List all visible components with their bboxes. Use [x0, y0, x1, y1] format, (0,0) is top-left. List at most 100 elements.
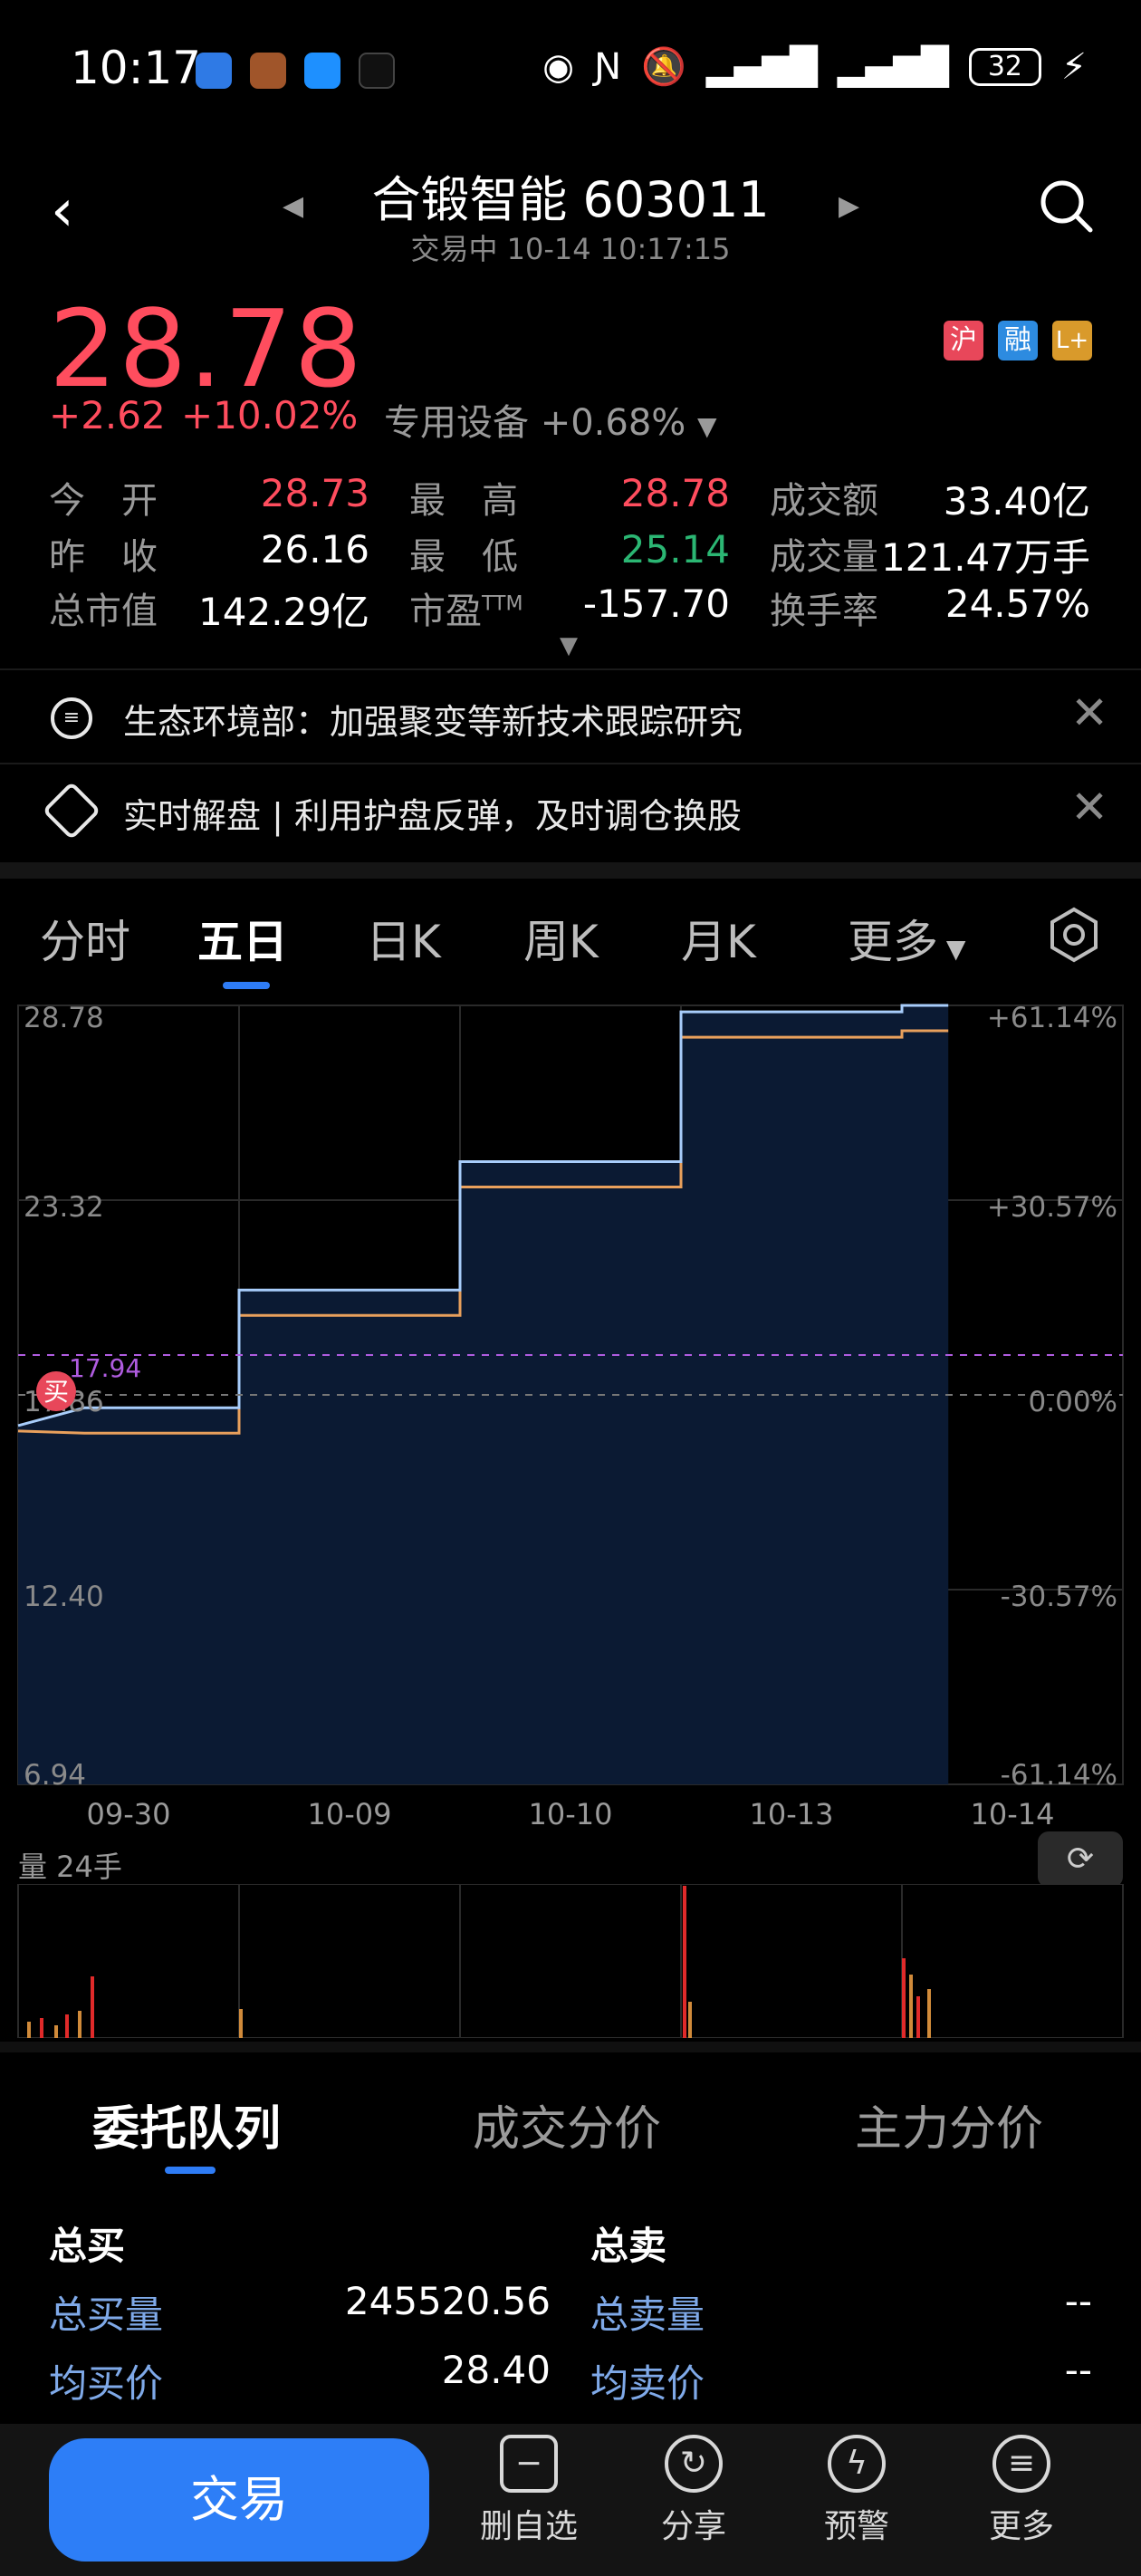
- alert-button[interactable]: ϟ 预警: [793, 2435, 920, 2547]
- settings-icon[interactable]: [1045, 906, 1103, 964]
- y-tick-right: -61.14%: [1001, 1759, 1117, 1792]
- five-day-chart[interactable]: 28.7823.3217.8612.406.94+61.14%+30.57%0.…: [0, 996, 1141, 1830]
- volume-frame: [17, 1884, 1124, 2038]
- trade-button[interactable]: 交易: [49, 2438, 429, 2562]
- tag-icon: [42, 781, 101, 841]
- tool-label: 分享: [660, 2508, 726, 2545]
- volume-bar: [27, 2022, 31, 2038]
- tab-more[interactable]: 更多 ▼: [848, 906, 965, 971]
- more-button[interactable]: ≡ 更多: [958, 2435, 1085, 2547]
- app-icon-5g: [196, 53, 232, 89]
- signal2-icon: ▂▄▆█: [837, 45, 949, 88]
- sector-pct: +0.68%: [540, 402, 686, 444]
- news-row-1[interactable]: ≡ 生态环境部：加强聚变等新技术跟踪研究 ✕: [0, 668, 1141, 763]
- y-tick-left: 28.78: [24, 1002, 104, 1034]
- tab-indicator: [165, 2167, 216, 2174]
- stat-value: 24.57%: [944, 582, 1090, 626]
- sector-link[interactable]: 专用设备 +0.68% ▼: [384, 393, 717, 446]
- volume-bar: [239, 2009, 243, 2038]
- total-sell-qty-label: 总卖量: [590, 2292, 705, 2337]
- volume-bar: [683, 1886, 686, 2038]
- x-tick-label: 10-10: [529, 1797, 613, 1830]
- signal-icon: ▂▄▆█: [705, 45, 818, 88]
- badge-sh: 沪: [944, 321, 983, 360]
- news-text: 实时解盘 | 利用护盘反弹，及时调仓换股: [123, 796, 742, 836]
- x-tick-label: 10-13: [750, 1797, 834, 1830]
- y-tick-left: 12.40: [24, 1581, 104, 1613]
- tab-weekly-k[interactable]: 周K: [523, 906, 599, 971]
- y-tick-left: 23.32: [24, 1191, 104, 1224]
- volume-bar: [78, 2011, 82, 2038]
- volume-chart: [17, 1884, 1124, 2038]
- badge-level2: L+: [1052, 321, 1092, 360]
- y-tick-right: -30.57%: [1001, 1581, 1117, 1613]
- y-tick-right: +30.57%: [987, 1191, 1117, 1224]
- x-tick-label: 10-14: [971, 1797, 1055, 1830]
- badge-margin: 融: [998, 321, 1038, 360]
- tab-intraday[interactable]: 分时: [40, 906, 130, 971]
- stat-value: 142.29亿: [198, 590, 369, 634]
- total-sell-qty: --: [1064, 2279, 1092, 2323]
- stock-code: 603011: [582, 171, 770, 228]
- tab-monthly-k[interactable]: 月K: [681, 906, 756, 971]
- y-tick-right: +61.14%: [987, 1002, 1117, 1034]
- divider: [0, 862, 1141, 879]
- avg-buy-price: 28.40: [441, 2348, 551, 2392]
- charging-icon: ⚡: [1060, 45, 1087, 88]
- menu-icon: ≡: [992, 2435, 1050, 2493]
- total-buy-qty-label: 总买量: [49, 2292, 164, 2337]
- app-icon-tiktok: [359, 53, 395, 89]
- remove-watchlist-button[interactable]: − 删自选: [465, 2435, 592, 2547]
- expand-icon[interactable]: ▼: [560, 632, 578, 659]
- close-icon[interactable]: ✕: [1070, 687, 1108, 739]
- tab-price-distribution[interactable]: 成交分价: [473, 2091, 661, 2158]
- volume-bar: [927, 1989, 931, 2038]
- status-time: 10:17: [71, 42, 202, 94]
- price-change: +2.62: [49, 393, 166, 437]
- search-icon[interactable]: [1038, 178, 1094, 234]
- avg-buy-price-label: 均买价: [49, 2361, 164, 2406]
- volume-bar: [40, 2018, 43, 2038]
- news-text: 生态环境部：加强聚变等新技术跟踪研究: [123, 702, 743, 742]
- volume-bar: [54, 2025, 58, 2038]
- divider: [0, 2042, 1141, 2052]
- tab-main-force[interactable]: 主力分价: [855, 2091, 1043, 2158]
- sector-name: 专用设备: [384, 402, 529, 444]
- lightning-icon: ϟ: [828, 2435, 886, 2493]
- tool-label: 更多: [988, 2508, 1054, 2545]
- total-buy-title: 总买: [49, 2224, 126, 2268]
- volume-bar: [909, 1975, 913, 2038]
- share-icon: ↻: [665, 2435, 723, 2493]
- avg-sell-price: --: [1064, 2348, 1092, 2392]
- rotate-screen-button[interactable]: ⟳: [1038, 1831, 1123, 1888]
- total-buy-qty: 245520.56: [344, 2279, 551, 2323]
- nfc-icon: Ɲ: [594, 45, 621, 88]
- battery-icon: 32: [968, 47, 1041, 86]
- volume-bar: [902, 1958, 906, 2038]
- caret-down-icon: ▼: [697, 411, 717, 441]
- stat-value: 121.47万手: [881, 535, 1090, 580]
- volume-bar: [65, 2014, 69, 2038]
- status-icons: ◉ Ɲ 🔕 ▂▄▆█ ▂▄▆█ 32 ⚡: [542, 45, 1087, 89]
- volume-bar: [916, 1996, 920, 2038]
- eye-icon: ◉: [542, 45, 575, 88]
- tab-daily-k[interactable]: 日K: [366, 906, 441, 971]
- avg-sell-price-label: 均卖价: [590, 2361, 705, 2406]
- volume-bar: [688, 2002, 692, 2038]
- trade-status: 交易中 10-14 10:17:15: [410, 232, 731, 266]
- tab-order-queue[interactable]: 委托队列: [92, 2091, 281, 2158]
- volume-label: 量 24手: [18, 1850, 122, 1884]
- mute-icon: 🔕: [641, 46, 686, 88]
- tool-label: 删自选: [479, 2508, 578, 2545]
- tab-five-day[interactable]: 五日: [197, 906, 288, 971]
- total-sell-title: 总卖: [590, 2224, 667, 2268]
- y-tick-right: 0.00%: [1029, 1386, 1117, 1418]
- share-button[interactable]: ↻ 分享: [630, 2435, 757, 2547]
- next-stock-icon[interactable]: ▶: [839, 190, 859, 222]
- stat-value: 26.16: [260, 527, 369, 572]
- close-icon[interactable]: ✕: [1070, 781, 1108, 833]
- stat-value: 28.73: [260, 471, 369, 515]
- x-tick-label: 10-09: [308, 1797, 392, 1830]
- news-row-2[interactable]: 实时解盘 | 利用护盘反弹，及时调仓换股 ✕: [0, 763, 1141, 857]
- stat-value: 25.14: [620, 527, 730, 572]
